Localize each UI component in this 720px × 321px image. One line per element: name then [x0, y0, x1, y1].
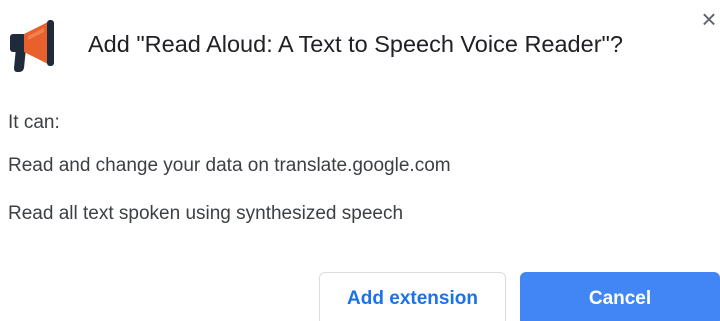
permission-item: Read all text spoken using synthesized s…	[8, 203, 404, 224]
dialog-actions: Add extension Cancel	[319, 272, 720, 321]
permissions-list: Read and change your data on translate.g…	[8, 152, 451, 248]
megaphone-icon	[10, 20, 54, 72]
close-icon[interactable]: ×	[698, 6, 720, 32]
dialog-title: Add "Read Aloud: A Text to Speech Voice …	[88, 30, 623, 57]
cancel-button[interactable]: Cancel	[520, 272, 720, 321]
add-extension-button[interactable]: Add extension	[319, 272, 506, 321]
dialog-header: Add "Read Aloud: A Text to Speech Voice …	[0, 14, 690, 74]
permission-item: Read and change your data on translate.g…	[8, 155, 451, 176]
add-extension-dialog: × Add "Read Aloud: A Text to Speech Voic…	[0, 0, 720, 321]
permissions-heading: It can:	[8, 112, 60, 133]
